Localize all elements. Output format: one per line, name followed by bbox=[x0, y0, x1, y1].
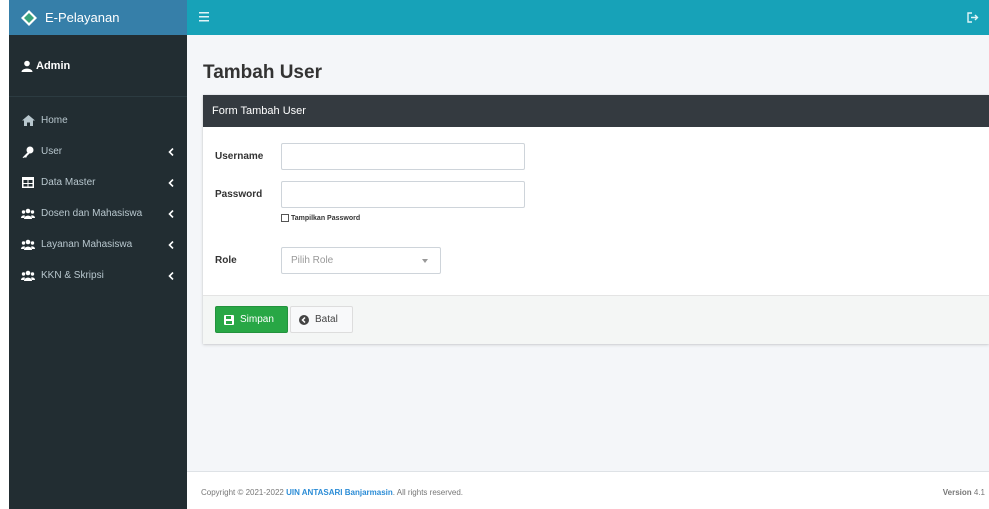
version-label: Version bbox=[942, 488, 972, 497]
sidebar: E-Pelayanan Admin Home User Data Master … bbox=[9, 0, 187, 509]
sidebar-item-dosen-mahasiswa[interactable]: Dosen dan Mahasiswa bbox=[9, 198, 187, 229]
page-title: Tambah User bbox=[203, 62, 322, 83]
chevron-left-icon bbox=[168, 271, 174, 280]
sidebar-item-label: Layanan Mahasiswa bbox=[41, 239, 133, 250]
show-password-row: Tampilkan Password bbox=[281, 214, 360, 222]
app-root: E-Pelayanan Admin Home User Data Master … bbox=[0, 0, 989, 509]
show-password-checkbox[interactable] bbox=[281, 214, 289, 222]
save-button[interactable]: Simpan bbox=[215, 306, 288, 333]
sidebar-item-label: User bbox=[41, 146, 63, 157]
home-icon bbox=[21, 115, 35, 127]
version-text: Version 4.1 bbox=[943, 488, 985, 497]
sidebar-item-layanan-mahasiswa[interactable]: Layanan Mahasiswa bbox=[9, 229, 187, 260]
user-panel[interactable]: Admin bbox=[9, 35, 187, 97]
copyright-prefix: Copyright © 2021-2022 bbox=[201, 488, 287, 497]
chevron-left-icon bbox=[168, 178, 174, 187]
sidebar-item-user[interactable]: User bbox=[9, 136, 187, 167]
version-number: 4.1 bbox=[973, 488, 985, 497]
sidebar-item-label: Dosen dan Mahasiswa bbox=[41, 208, 143, 219]
logo-icon bbox=[21, 9, 37, 26]
rights-text: . All rights reserved. bbox=[392, 488, 463, 497]
username-label: Username bbox=[215, 151, 264, 162]
role-select[interactable]: Pilih Role bbox=[281, 247, 441, 274]
chevron-left-icon bbox=[168, 209, 174, 218]
username-row: Username bbox=[215, 143, 525, 170]
brand-name: E-Pelayanan bbox=[45, 10, 120, 25]
password-label: Password bbox=[215, 189, 263, 200]
sidebar-item-home[interactable]: Home bbox=[9, 105, 187, 136]
cancel-button-label: Batal bbox=[315, 314, 338, 325]
role-select-value: Pilih Role bbox=[291, 255, 334, 266]
hamburger-icon[interactable] bbox=[199, 11, 213, 23]
chevron-left-icon bbox=[168, 147, 174, 156]
copyright-text: Copyright © 2021-2022 UIN ANTASARI Banja… bbox=[201, 488, 463, 497]
caret-down-icon bbox=[422, 259, 428, 263]
users-icon bbox=[21, 239, 35, 251]
card-title: Form Tambah User bbox=[203, 95, 989, 127]
save-icon bbox=[224, 314, 234, 325]
user-name: Admin bbox=[36, 59, 71, 72]
table-icon bbox=[21, 177, 35, 189]
role-row: Role bbox=[215, 247, 281, 274]
password-input[interactable] bbox=[281, 181, 525, 208]
sign-out-icon[interactable] bbox=[967, 12, 979, 23]
save-button-label: Simpan bbox=[240, 314, 274, 325]
role-label: Role bbox=[215, 255, 237, 266]
sidebar-item-data-master[interactable]: Data Master bbox=[9, 167, 187, 198]
page-footer: Copyright © 2021-2022 UIN ANTASARI Banja… bbox=[187, 471, 989, 509]
sidebar-item-label: Home bbox=[41, 115, 68, 126]
show-password-label: Tampilkan Password bbox=[291, 214, 361, 222]
form-card: Form Tambah User Username Password Tampi… bbox=[203, 95, 989, 344]
cancel-button[interactable]: Batal bbox=[290, 306, 353, 333]
sidebar-item-kkn-skripsi[interactable]: KKN & Skripsi bbox=[9, 260, 187, 291]
sidebar-menu: Home User Data Master Dosen dan Mahasisw… bbox=[9, 97, 187, 291]
key-icon bbox=[21, 146, 35, 158]
main-content: Tambah User Form Tambah User Username Pa… bbox=[187, 35, 989, 471]
card-footer: Simpan Batal bbox=[203, 295, 989, 344]
username-input[interactable] bbox=[281, 143, 525, 170]
users-icon bbox=[21, 208, 35, 220]
users-icon bbox=[21, 270, 35, 282]
top-navbar bbox=[187, 0, 989, 35]
user-icon bbox=[21, 60, 33, 72]
sidebar-item-label: KKN & Skripsi bbox=[41, 270, 104, 281]
brand[interactable]: E-Pelayanan bbox=[9, 0, 187, 35]
sidebar-item-label: Data Master bbox=[41, 177, 96, 188]
org-link[interactable]: UIN ANTASARI Banjarmasin bbox=[286, 488, 393, 497]
chevron-left-icon bbox=[168, 240, 174, 249]
back-arrow-icon bbox=[299, 314, 309, 325]
password-row: Password bbox=[215, 181, 525, 208]
